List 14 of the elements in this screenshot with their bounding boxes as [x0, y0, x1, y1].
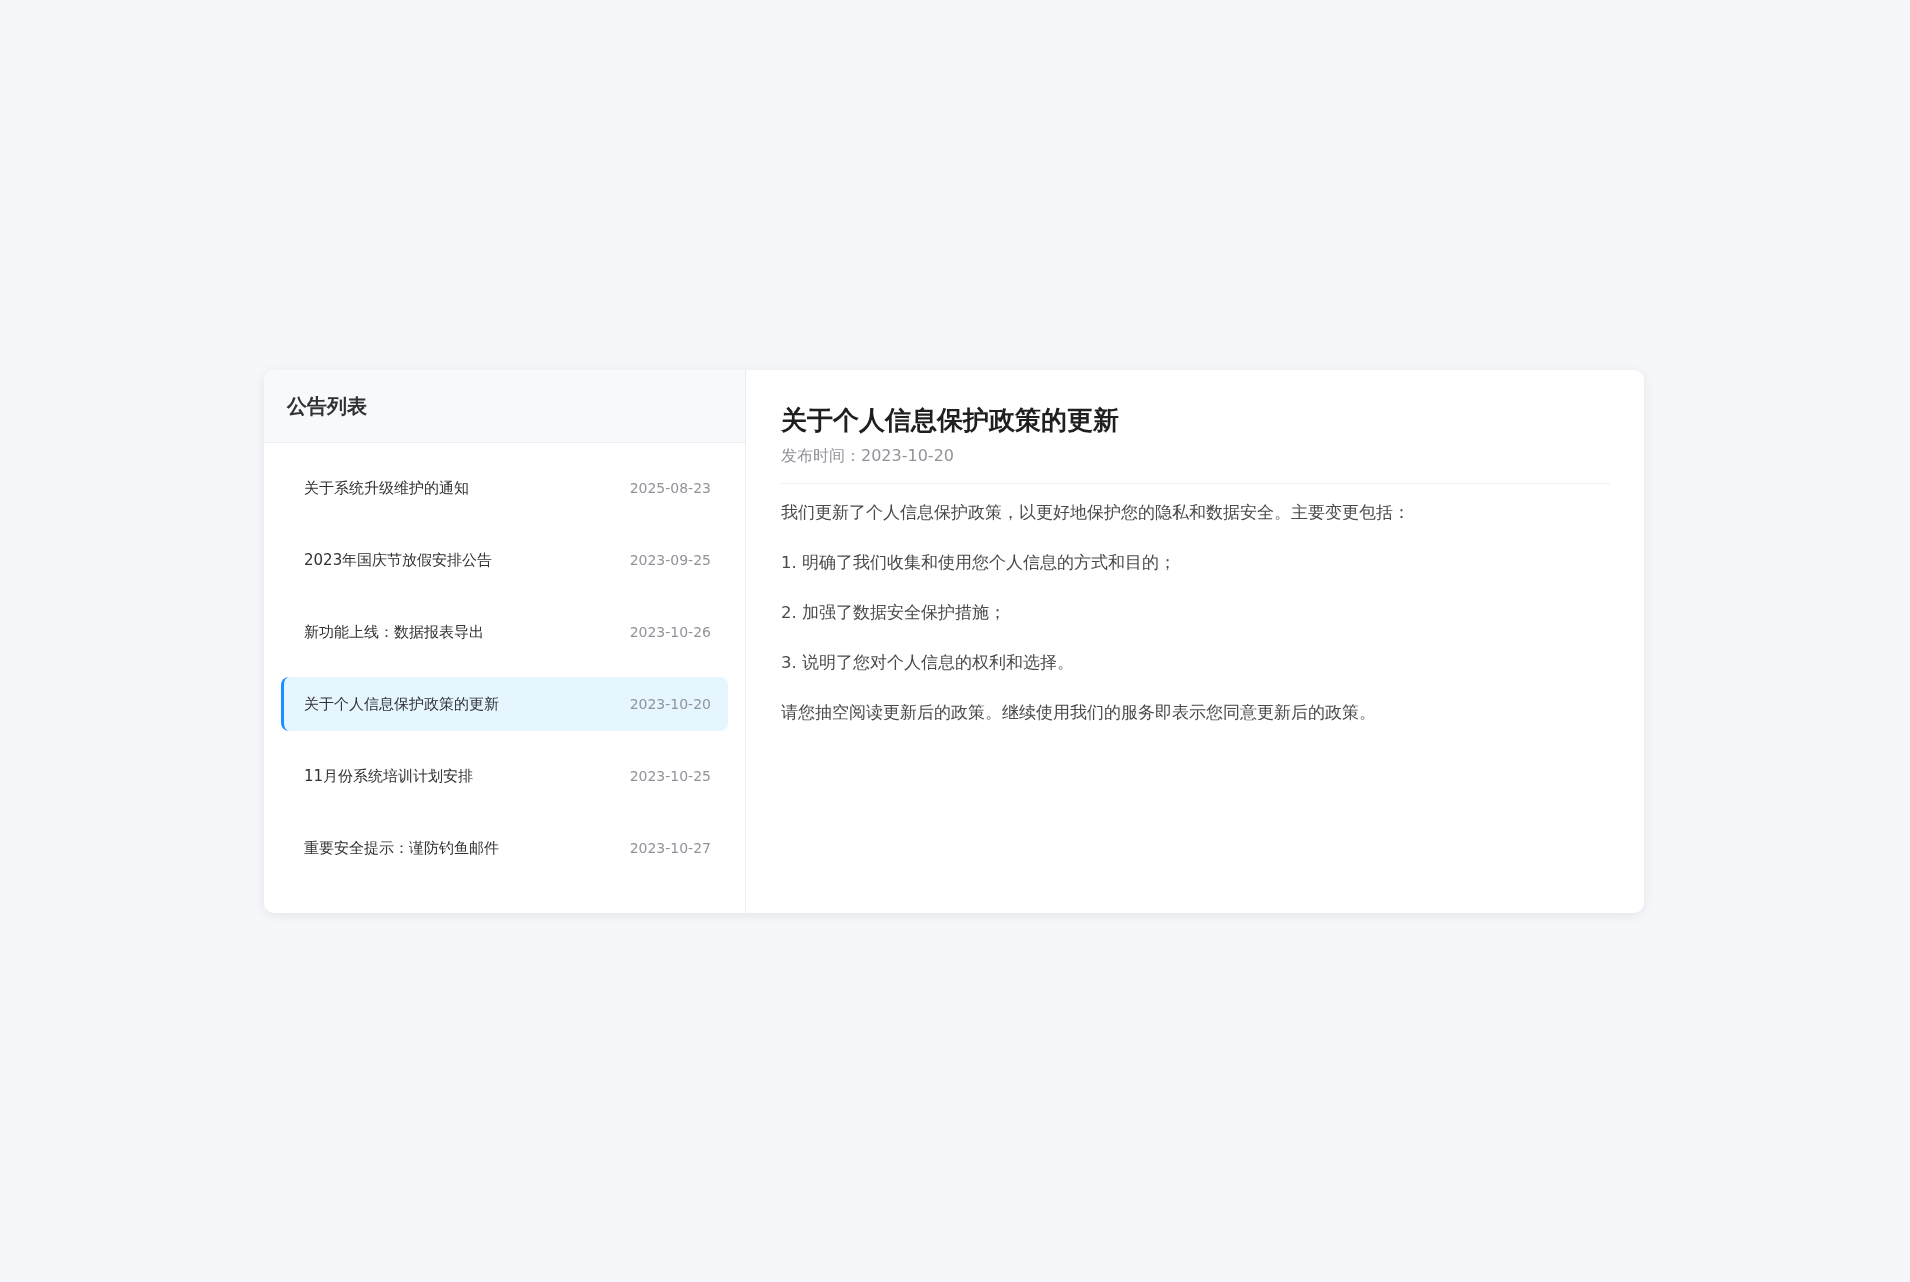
announcement-item[interactable]: 关于系统升级维护的通知 2025-08-23 — [281, 461, 728, 515]
paragraph: 请您抽空阅读更新后的政策。继续使用我们的服务即表示您同意更新后的政策。 — [781, 702, 1377, 724]
announcement-item[interactable]: 新功能上线：数据报表导出 2023-10-26 — [281, 605, 728, 659]
publish-date: 发布时间：2023-10-20 — [781, 446, 1610, 484]
announcement-item[interactable]: 2023年国庆节放假安排公告 2023-09-25 — [281, 533, 728, 587]
paragraph: 我们更新了个人信息保护政策，以更好地保护您的隐私和数据安全。主要变更包括： — [781, 502, 1411, 524]
sidebar-title: 公告列表 — [287, 392, 367, 420]
paragraph: 1. 明确了我们收集和使用您个人信息的方式和目的； — [781, 552, 1177, 574]
announcement-item[interactable]: 11月份系统培训计划安排 2023-10-25 — [281, 749, 728, 803]
paragraph: 2. 加强了数据安全保护措施； — [781, 602, 1007, 624]
announcement-item[interactable]: 关于个人信息保护政策的更新 2023-10-20 — [281, 677, 728, 731]
paragraph: 3. 说明了您对个人信息的权利和选择。 — [781, 652, 1075, 674]
announcement-title: 关于个人信息保护政策的更新 — [781, 404, 1120, 437]
announcement-item[interactable]: 重要安全提示：谨防钓鱼邮件 2023-10-27 — [281, 821, 728, 875]
